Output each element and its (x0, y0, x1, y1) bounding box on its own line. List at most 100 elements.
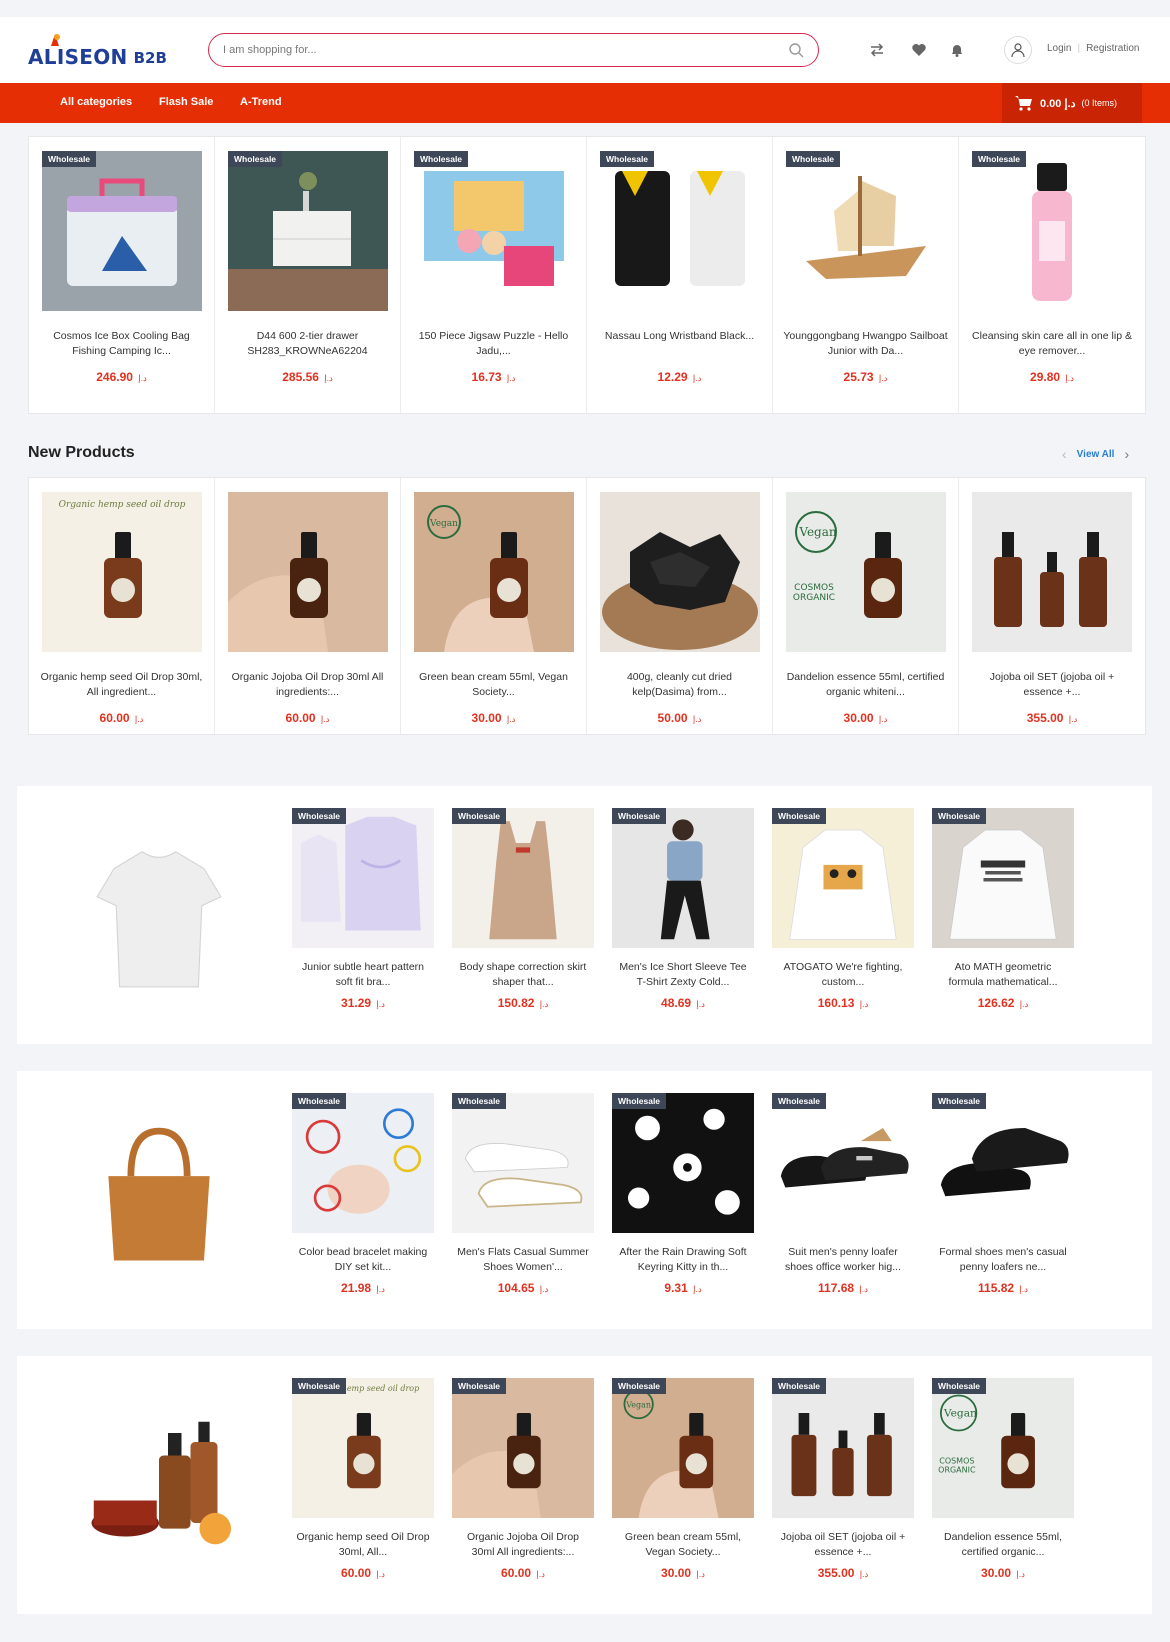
new-product-card[interactable]: Organic Jojoba Oil Drop 30ml All ingredi… (215, 478, 401, 734)
product-name[interactable]: Dandelion essence 55ml, certified organi… (783, 670, 948, 700)
product-image[interactable]: Wholesale (228, 151, 388, 311)
product-image[interactable]: Wholesale (452, 808, 594, 948)
product-image[interactable]: Wholesale (600, 151, 760, 311)
product-name[interactable]: After the Rain Drawing Soft Keyring Kitt… (612, 1245, 754, 1275)
product-name[interactable]: Younggongbang Hwangpo Sailboat Junior wi… (783, 329, 948, 359)
top-product-card[interactable]: Wholesale D44 600 2-tier drawer SH283_KRO… (215, 137, 401, 413)
category-product-card[interactable]: Wholesale Organic hemp seed oil drop Organ… (292, 1378, 434, 1580)
product-image[interactable]: Wholesale (786, 151, 946, 311)
product-image[interactable]: Wholesale (612, 808, 754, 948)
product-name[interactable]: 400g, cleanly cut dried kelp(Dasima) fro… (597, 670, 762, 700)
product-image[interactable] (972, 492, 1132, 652)
category-product-card[interactable]: Wholesale Body shape correction skirt sha… (452, 808, 594, 1010)
product-name[interactable]: Ato MATH geometric formula mathematical.… (932, 960, 1074, 990)
category-product-card[interactable]: Wholesale Junior subtle heart pattern sof… (292, 808, 434, 1010)
carousel-next-icon[interactable]: › (1124, 446, 1129, 462)
product-name[interactable]: Junior subtle heart pattern soft fit bra… (292, 960, 434, 990)
search-input[interactable] (223, 44, 788, 56)
compare-icon[interactable] (868, 41, 886, 59)
product-name[interactable]: Body shape correction skirt shaper that.… (452, 960, 594, 990)
product-name[interactable]: Men's Ice Short Sleeve Tee T-Shirt Zexty… (612, 960, 754, 990)
account-avatar[interactable] (1004, 36, 1032, 64)
product-name[interactable]: Organic hemp seed Oil Drop 30ml, All ing… (39, 670, 204, 700)
product-image[interactable]: Wholesale Vegan COSMOS ORGANIC (932, 1378, 1074, 1518)
top-product-card[interactable]: Wholesale 150 Piece Jigsaw Puzzle - Hello… (401, 137, 587, 413)
product-name[interactable]: Jojoba oil SET (jojoba oil + essence +..… (772, 1530, 914, 1560)
registration-link[interactable]: Registration (1086, 43, 1139, 54)
product-image[interactable]: Wholesale (42, 151, 202, 311)
product-image[interactable]: Wholesale (932, 1093, 1074, 1233)
product-image[interactable]: Wholesale Organic hemp seed oil drop (292, 1378, 434, 1518)
product-image[interactable]: Wholesale (932, 808, 1074, 948)
product-name[interactable]: Dandelion essence 55ml, certified organi… (932, 1530, 1074, 1560)
wishlist-heart-icon[interactable] (910, 41, 928, 59)
new-product-card[interactable]: Vegan COSMOS ORGANIC Dandelion essence 55ml… (773, 478, 959, 734)
product-image[interactable]: Wholesale (772, 1093, 914, 1233)
category-product-card[interactable]: Wholesale Vegan COSMOS ORGANIC Dandelion ess… (932, 1378, 1074, 1580)
search-icon[interactable] (788, 42, 804, 58)
carousel-prev-icon[interactable]: ‹ (1062, 446, 1067, 462)
new-product-card[interactable]: Vegan Green bean cream 55ml, Vegan Societ… (401, 478, 587, 734)
product-image[interactable] (228, 492, 388, 652)
product-image[interactable]: Wholesale (414, 151, 574, 311)
product-image[interactable]: Wholesale (452, 1378, 594, 1518)
category-product-card[interactable]: Wholesale ATOGATO We're fighting, custom.… (772, 808, 914, 1010)
top-product-card[interactable]: Wholesale Nassau Long Wristband Black... 1… (587, 137, 773, 413)
login-link[interactable]: Login (1047, 43, 1071, 54)
product-image[interactable]: Wholesale (772, 808, 914, 948)
product-image[interactable]: Vegan (414, 492, 574, 652)
category-product-card[interactable]: Wholesale Ato MATH geometric formula math… (932, 808, 1074, 1010)
category-product-card[interactable]: Wholesale Men's Ice Short Sleeve Tee T-Sh… (612, 808, 754, 1010)
product-image[interactable]: Wholesale (612, 1093, 754, 1233)
product-name[interactable]: Formal shoes men's casual penny loafers … (932, 1245, 1074, 1275)
new-product-card[interactable]: 400g, cleanly cut dried kelp(Dasima) fro… (587, 478, 773, 734)
product-name[interactable]: Cleansing skin care all in one lip & eye… (969, 329, 1135, 359)
product-image[interactable] (600, 492, 760, 652)
product-image[interactable]: Wholesale Vegan (612, 1378, 754, 1518)
category-product-card[interactable]: Wholesale Formal shoes men's casual penny… (932, 1093, 1074, 1295)
category-product-card[interactable]: Wholesale Vegan Green bean cream 55ml, Veg… (612, 1378, 754, 1580)
cosmetics-category-image[interactable] (69, 1388, 249, 1568)
handbag-category-image[interactable] (69, 1103, 249, 1283)
nav-all-categories[interactable]: All categories (60, 96, 132, 108)
product-name[interactable]: D44 600 2-tier drawer SH283_KROWNeA62204 (225, 329, 390, 359)
top-product-card[interactable]: Wholesale Cosmos Ice Box Cooling Bag Fish… (29, 137, 215, 413)
product-name[interactable]: Green bean cream 55ml, Vegan Society... (411, 670, 576, 700)
top-product-card[interactable]: Wholesale Cleansing skin care all in one … (959, 137, 1145, 413)
product-image[interactable]: Organic hemp seed oil drop (42, 492, 202, 652)
category-product-card[interactable]: Wholesale After the Rain Drawing Soft Key… (612, 1093, 754, 1295)
product-name[interactable]: Color bead bracelet making DIY set kit..… (292, 1245, 434, 1275)
product-name[interactable]: Men's Flats Casual Summer Shoes Women'..… (452, 1245, 594, 1275)
brand-logo[interactable]: ALISEON B2B (28, 34, 167, 69)
nav-flash-sale[interactable]: Flash Sale (159, 96, 213, 108)
product-image[interactable]: Wholesale (772, 1378, 914, 1518)
category-product-card[interactable]: Wholesale Suit men's penny loafer shoes o… (772, 1093, 914, 1295)
product-image[interactable]: Wholesale (972, 151, 1132, 311)
product-name[interactable]: Organic Jojoba Oil Drop 30ml All ingredi… (225, 670, 390, 700)
category-product-card[interactable]: Wholesale Men's Flats Casual Summer Shoes… (452, 1093, 594, 1295)
cart-button[interactable]: 0.00 د.إ (0 Items) (1002, 83, 1142, 123)
product-name[interactable]: Nassau Long Wristband Black... (597, 329, 762, 344)
new-product-card[interactable]: Jojoba oil SET (jojoba oil + essence +..… (959, 478, 1145, 734)
product-image[interactable]: Wholesale (292, 808, 434, 948)
product-name[interactable]: 150 Piece Jigsaw Puzzle - Hello Jadu,... (411, 329, 576, 359)
category-product-card[interactable]: Wholesale Color bead bracelet making DIY … (292, 1093, 434, 1295)
category-product-card[interactable]: Wholesale Organic Jojoba Oil Drop 30ml Al… (452, 1378, 594, 1580)
new-product-card[interactable]: Organic hemp seed oil drop Organic hemp s… (29, 478, 215, 734)
product-name[interactable]: Green bean cream 55ml, Vegan Society... (612, 1530, 754, 1560)
product-image[interactable]: Vegan COSMOS ORGANIC (786, 492, 946, 652)
category-product-card[interactable]: Wholesale Jojoba oil SET (jojoba oil + es… (772, 1378, 914, 1580)
product-name[interactable]: Jojoba oil SET (jojoba oil + essence +..… (969, 670, 1135, 700)
top-product-card[interactable]: Wholesale Younggongbang Hwangpo Sailboat … (773, 137, 959, 413)
product-image[interactable]: Wholesale (292, 1093, 434, 1233)
product-name[interactable]: ATOGATO We're fighting, custom... (772, 960, 914, 990)
view-all-link[interactable]: View All (1077, 449, 1115, 460)
product-image[interactable]: Wholesale (452, 1093, 594, 1233)
product-name[interactable]: Cosmos Ice Box Cooling Bag Fishing Campi… (39, 329, 204, 359)
t-shirt-category-image[interactable] (69, 818, 249, 998)
product-name[interactable]: Organic Jojoba Oil Drop 30ml All ingredi… (452, 1530, 594, 1560)
product-name[interactable]: Organic hemp seed Oil Drop 30ml, All... (292, 1530, 434, 1560)
product-name[interactable]: Suit men's penny loafer shoes office wor… (772, 1245, 914, 1275)
notification-bell-icon[interactable] (948, 41, 966, 59)
nav-a-trend[interactable]: A-Trend (240, 96, 282, 108)
